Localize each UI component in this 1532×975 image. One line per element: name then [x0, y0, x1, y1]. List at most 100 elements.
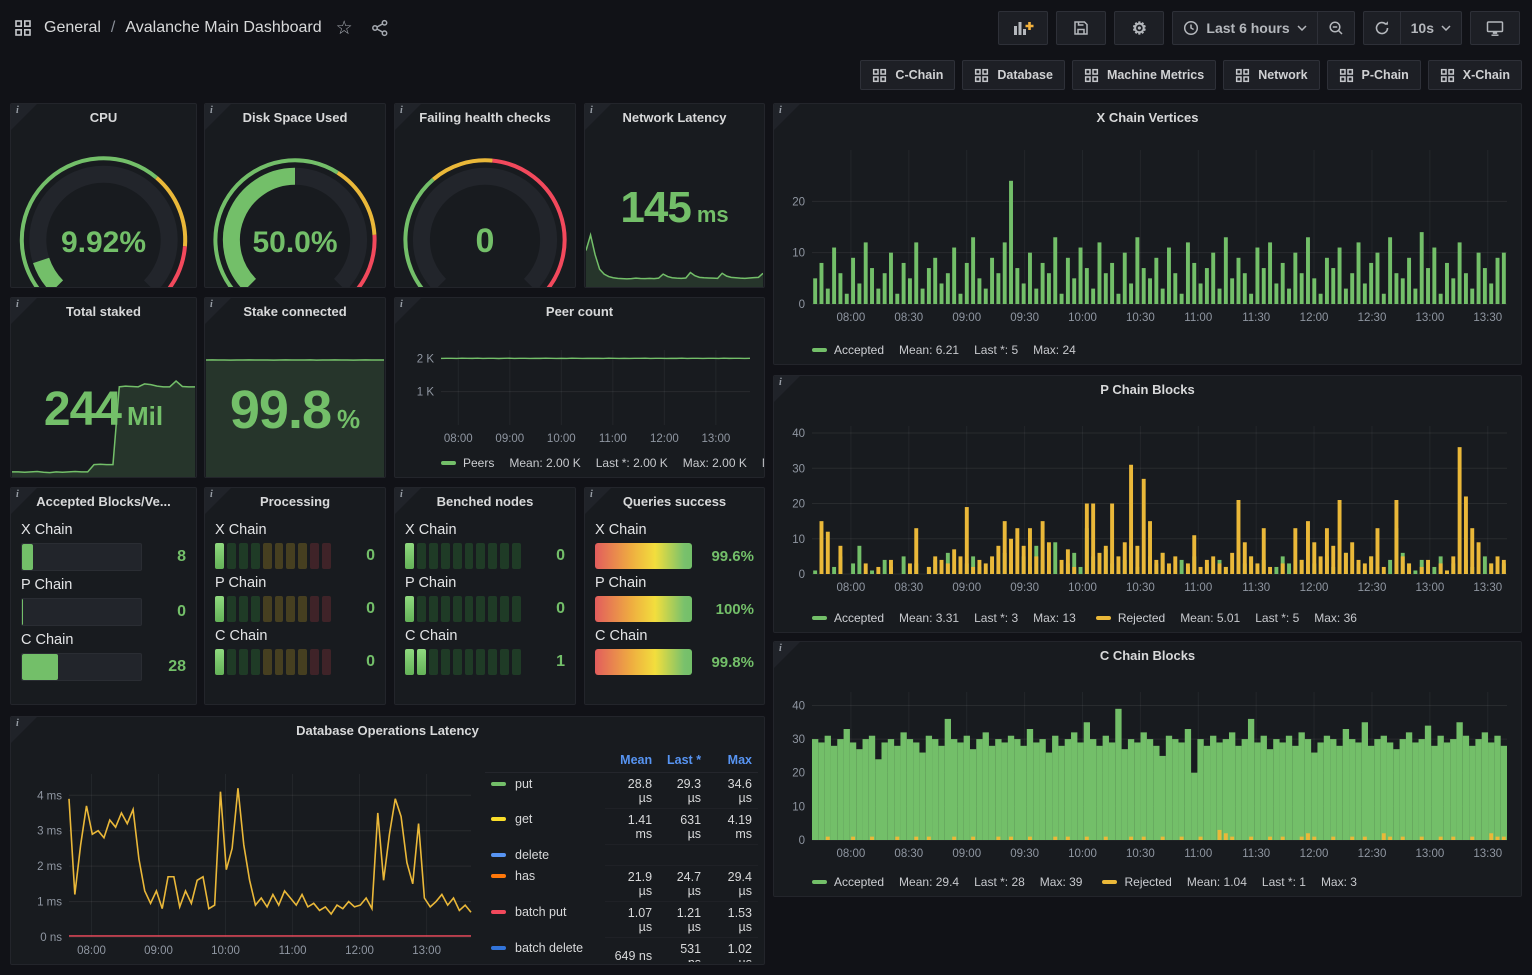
legend-item-rejected[interactable]: RejectedMean: 5.01Last *: 5Max: 36 [1096, 611, 1357, 625]
svg-text:08:00: 08:00 [77, 945, 106, 957]
panel-info-icon[interactable]: i [395, 104, 421, 130]
legend-table-row-has[interactable]: has21.9 µs24.7 µs29.4 µs [485, 866, 758, 902]
dashboard-settings-button[interactable]: ⚙ [1114, 11, 1164, 45]
panel-title[interactable]: Database Operations Latency [11, 717, 764, 743]
apps-grid-icon [12, 17, 34, 39]
db-latency-chart: 08:0009:0010:0011:0012:0013:000 ns1 ms2 … [11, 743, 479, 964]
panel-title[interactable]: Accepted Blocks/Ve... [11, 488, 196, 514]
panel-title[interactable]: P Chain Blocks [774, 376, 1521, 402]
panel-title[interactable]: Peer count [395, 298, 764, 324]
legend-item-accepted[interactable]: AcceptedMean: 29.4Last *: 28Max: 39 [812, 875, 1082, 889]
time-range-picker[interactable]: Last 6 hours [1173, 12, 1316, 44]
panel-title[interactable]: Processing [205, 488, 385, 514]
chain-label: C Chain [405, 628, 565, 644]
svg-text:11:00: 11:00 [279, 945, 307, 957]
svg-text:40: 40 [792, 428, 805, 440]
kiosk-mode-button[interactable] [1470, 11, 1520, 45]
apps-grid-icon [1339, 68, 1354, 83]
network-latency-sparkline [586, 227, 763, 287]
legend-item-rejected[interactable]: RejectedMean: 1.04Last *: 1Max: 3 [1102, 875, 1356, 889]
panel-db-operations-latency: i Database Operations Latency 08:00 09:00… [10, 716, 765, 965]
refresh-button[interactable] [1364, 12, 1400, 44]
panel-network-latency: i Network Latency 145ms [584, 103, 765, 288]
apps-grid-icon [1084, 68, 1099, 83]
panel-title[interactable]: Queries success [585, 488, 764, 514]
zoom-out-icon [1328, 20, 1344, 36]
panel-info-icon[interactable]: i [774, 642, 800, 668]
star-icon[interactable]: ☆ [334, 15, 355, 42]
panel-info-icon[interactable]: i [11, 298, 37, 324]
grafana-dashboard: General / Avalanche Main Dashboard ☆ ⚙ L… [0, 0, 1532, 975]
dashboard-link-p-chain[interactable]: P-Chain [1327, 60, 1421, 90]
panel-info-icon[interactable]: i [395, 298, 421, 324]
breadcrumb-page-title[interactable]: Avalanche Main Dashboard [125, 19, 321, 37]
panel-title[interactable]: Disk Space Used [205, 104, 385, 130]
dashboard-link-machine-metrics[interactable]: Machine Metrics [1072, 60, 1216, 90]
svg-text:09:00: 09:00 [952, 848, 981, 860]
panel-info-icon[interactable]: i [205, 488, 231, 514]
panel-title[interactable]: Failing health checks [395, 104, 575, 130]
svg-text:08:00: 08:00 [444, 433, 473, 445]
legend-table-row-batch-delete[interactable]: batch delete649 ns531 ns1.02 µs [485, 938, 758, 963]
svg-text:12:30: 12:30 [1358, 312, 1387, 324]
legend-item-accepted[interactable]: AcceptedMean: 3.31Last *: 3Max: 13 [812, 611, 1076, 625]
svg-text:12:30: 12:30 [1358, 582, 1387, 594]
panel-title[interactable]: C Chain Blocks [774, 642, 1521, 668]
legend-table-row-delete[interactable]: delete [485, 845, 758, 866]
svg-text:10:00: 10:00 [1068, 848, 1097, 860]
chain-value: 0 [341, 600, 375, 618]
panel-title[interactable]: X Chain Vertices [774, 104, 1521, 130]
panel-title[interactable]: Total staked [11, 298, 196, 324]
chain-value: 0 [341, 547, 375, 565]
add-panel-button[interactable] [998, 11, 1048, 45]
panel-info-icon[interactable]: i [774, 104, 800, 130]
panel-title[interactable]: Network Latency [585, 104, 764, 130]
svg-text:30: 30 [792, 463, 805, 475]
panel-accepted-blocks: i Accepted Blocks/Ve... X Chain8P Chain0… [10, 487, 197, 705]
gradient-gauge [595, 649, 692, 675]
panel-title[interactable]: Benched nodes [395, 488, 575, 514]
chain-label: P Chain [21, 577, 186, 593]
chain-value: 0 [152, 603, 186, 621]
legend-table-row-get[interactable]: get1.41 ms631 µs4.19 ms [485, 809, 758, 845]
legend-table-row-put[interactable]: put28.8 µs29.3 µs34.6 µs [485, 773, 758, 809]
dashboard-link-x-chain[interactable]: X-Chain [1428, 60, 1522, 90]
share-icon[interactable] [369, 17, 391, 39]
segment-gauge [405, 543, 521, 569]
panel-info-icon[interactable]: i [11, 717, 37, 743]
panel-cpu: i CPU 9.92% [10, 103, 197, 288]
panel-title[interactable]: Stake connected [205, 298, 385, 324]
panel-info-icon[interactable]: i [585, 488, 611, 514]
breadcrumb-section[interactable]: General [44, 19, 101, 37]
svg-text:1 K: 1 K [417, 387, 435, 399]
svg-text:10:00: 10:00 [547, 433, 576, 445]
svg-text:09:00: 09:00 [495, 433, 524, 445]
svg-text:08:00: 08:00 [837, 582, 866, 594]
panel-title[interactable]: CPU [11, 104, 196, 130]
panel-info-icon[interactable]: i [205, 298, 231, 324]
zoom-out-time-button[interactable] [1317, 12, 1354, 44]
breadcrumb-separator: / [111, 19, 115, 37]
svg-text:11:00: 11:00 [1184, 312, 1212, 324]
panel-stake-connected: i Stake connected 99.8% [204, 297, 386, 478]
dashboard-toolbar: ⚙ Last 6 hours 10s [998, 11, 1520, 45]
save-dashboard-button[interactable] [1056, 11, 1106, 45]
refresh-interval-picker[interactable]: 10s [1400, 12, 1461, 44]
breadcrumb: General / Avalanche Main Dashboard ☆ [12, 15, 391, 42]
panel-info-icon[interactable]: i [11, 104, 37, 130]
legend-item-peers[interactable]: PeersMean: 2.00 KLast *: 2.00 KMax: 2.00… [441, 456, 765, 470]
cpu-gauge: 9.92% [11, 130, 196, 287]
legend-table-row-batch-put[interactable]: batch put1.07 µs1.21 µs1.53 µs [485, 902, 758, 938]
svg-text:09:00: 09:00 [144, 945, 173, 957]
panel-info-icon[interactable]: i [205, 104, 231, 130]
panel-info-icon[interactable]: i [11, 488, 37, 514]
panel-info-icon[interactable]: i [774, 376, 800, 402]
panel-info-icon[interactable]: i [585, 104, 611, 130]
panel-info-icon[interactable]: i [395, 488, 421, 514]
chain-value: 0 [341, 653, 375, 671]
dashboard-link-network[interactable]: Network [1223, 60, 1319, 90]
panel-peer-count: i Peer count 08:0009:0010:0011:0012:0013… [394, 297, 765, 478]
dashboard-link-database[interactable]: Database [962, 60, 1065, 90]
legend-item-accepted[interactable]: AcceptedMean: 6.21Last *: 5Max: 24 [812, 343, 1076, 357]
dashboard-link-c-chain[interactable]: C-Chain [860, 60, 955, 90]
